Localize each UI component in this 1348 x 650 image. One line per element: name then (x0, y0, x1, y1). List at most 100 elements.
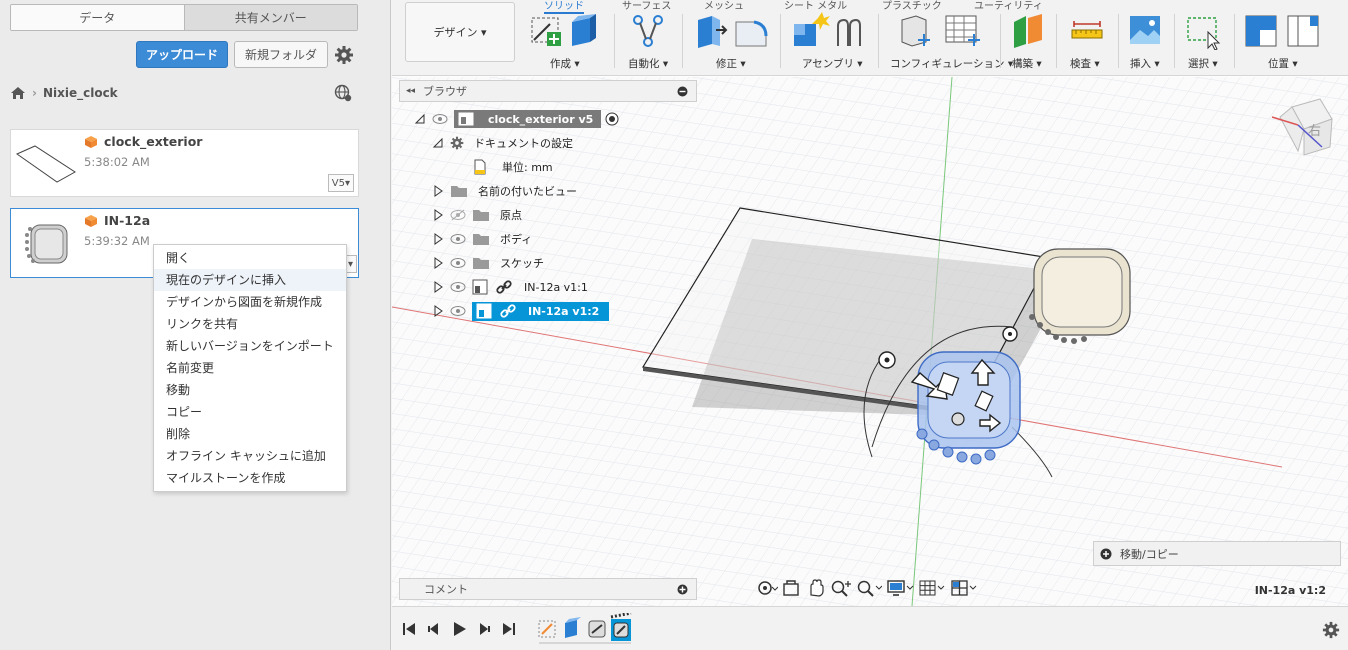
tree-row-doc-settings[interactable]: ドキュメントの設定 (432, 133, 573, 153)
look-at-icon[interactable] (782, 579, 802, 597)
timeline (392, 606, 1348, 650)
group-construct[interactable]: 構築 ▾ (1010, 12, 1046, 70)
menu-item-move[interactable]: 移動 (154, 379, 346, 401)
selected-component-highlight[interactable]: IN-12a v1:2 (472, 301, 610, 321)
timeline-sketch-feature[interactable] (538, 620, 556, 638)
tree-row-component-2[interactable]: IN-12a v1:2 (432, 301, 610, 321)
group-modify[interactable]: 修正 ▾ (694, 12, 770, 70)
upload-button[interactable]: アップロード (136, 41, 228, 68)
expand-triangle-icon[interactable] (432, 281, 444, 293)
create-sketch-icon (531, 14, 596, 46)
tab-surface[interactable]: サーフェス (622, 0, 671, 12)
timeline-settings-gear-icon[interactable] (1322, 621, 1340, 639)
menu-item-rename[interactable]: 名前変更 (154, 357, 346, 379)
activate-radio-icon[interactable] (605, 112, 619, 126)
breadcrumb-project[interactable]: Nixie_clock (43, 86, 118, 100)
visibility-eye-icon[interactable] (450, 305, 466, 317)
file-card-clock-exterior[interactable]: clock_exterior 5:38:02 AM V5▾ (10, 129, 359, 197)
play-icon[interactable] (454, 622, 466, 636)
expand-triangle-icon[interactable] (432, 305, 444, 317)
minimize-icon[interactable] (677, 86, 688, 97)
comments-label: コメント (424, 583, 468, 596)
tab-plastic[interactable]: プラスチック (882, 0, 942, 12)
move-copy-panel[interactable]: 移動/コピー (1093, 541, 1341, 566)
comments-panel[interactable]: コメント (399, 578, 697, 600)
collapse-triangle-icon[interactable] (432, 137, 444, 149)
tree-row-root[interactable]: clock_exterior v5 (414, 109, 619, 129)
menu-item-delete[interactable]: 削除 (154, 423, 346, 445)
browser-panel-header[interactable]: ◂◂ ブラウザ (399, 80, 697, 102)
tree-row-sketches[interactable]: スケッチ (432, 253, 544, 273)
group-create[interactable]: 作成 ▾ (528, 12, 598, 70)
expand-plus-icon[interactable] (1100, 548, 1112, 560)
menu-item-copy[interactable]: コピー (154, 401, 346, 423)
tree-row-named-views[interactable]: 名前の付いたビュー (432, 181, 577, 201)
expand-triangle-icon[interactable] (432, 233, 444, 245)
pan-hand-icon[interactable] (806, 579, 826, 597)
file-name: clock_exterior (104, 134, 203, 149)
tree-label: ドキュメントの設定 (474, 137, 573, 150)
timeline-extrude-feature[interactable] (565, 617, 581, 638)
tree-row-component-1[interactable]: IN-12a v1:1 (432, 277, 588, 297)
go-to-start-icon[interactable] (403, 623, 415, 635)
visibility-eye-icon[interactable] (432, 113, 448, 125)
tab-utility[interactable]: ユーティリティ (974, 0, 1043, 12)
group-position[interactable]: 位置 ▾ (1244, 12, 1324, 70)
display-settings-icon[interactable] (886, 579, 914, 597)
grid-settings-icon[interactable] (918, 579, 946, 597)
timeline-current-feature[interactable] (610, 613, 632, 641)
orbit-icon[interactable] (756, 579, 778, 597)
tab-sheet-metal[interactable]: シート メタル (784, 0, 847, 12)
inspect-measure-icon (1071, 21, 1103, 39)
workspace-switcher[interactable]: デザイン ▾ (405, 2, 515, 62)
viewports-icon[interactable] (950, 579, 978, 597)
collapse-triangle-icon[interactable] (414, 113, 426, 125)
in12a-tube-1[interactable] (1029, 248, 1131, 344)
folder-icon (473, 210, 489, 221)
menu-item-share-link[interactable]: リンクを共有 (154, 313, 346, 335)
fit-zoom-icon[interactable] (856, 579, 882, 597)
group-select-label: 選択 ▾ (1188, 58, 1218, 70)
menu-item-open[interactable]: 開く (154, 247, 346, 269)
visibility-eye-icon[interactable] (450, 281, 466, 293)
step-back-icon[interactable] (428, 623, 438, 635)
group-inspect[interactable]: 検査 ▾ (1070, 12, 1106, 70)
menu-item-milestone[interactable]: マイルストーンを作成 (154, 467, 346, 489)
expand-triangle-icon[interactable] (432, 257, 444, 269)
hidden-eye-icon[interactable] (450, 209, 466, 221)
globe-icon[interactable] (334, 84, 352, 102)
version-dropdown[interactable]: V5▾ (327, 174, 354, 192)
new-folder-button[interactable]: 新規フォルダ (234, 41, 328, 68)
tab-members[interactable]: 共有メンバー (183, 5, 357, 30)
group-configuration[interactable]: コンフィギュレーション ▾ (890, 12, 1013, 70)
collapse-browser-icon[interactable]: ◂◂ (406, 86, 415, 96)
group-select[interactable]: 選択 ▾ (1186, 12, 1222, 70)
menu-item-import-new-version[interactable]: 新しいバージョンをインポート (154, 335, 346, 357)
expand-triangle-icon[interactable] (432, 209, 444, 221)
tree-row-origin[interactable]: 原点 (432, 205, 522, 225)
timeline-component-feature[interactable] (588, 620, 606, 638)
visibility-eye-icon[interactable] (450, 233, 466, 245)
visibility-eye-icon[interactable] (450, 257, 466, 269)
go-to-end-icon[interactable] (503, 623, 515, 635)
menu-item-new-drawing[interactable]: デザインから図面を新規作成 (154, 291, 346, 313)
tab-mesh[interactable]: メッシュ (704, 0, 744, 12)
file-thumbnail (15, 145, 76, 183)
group-assemble[interactable]: アセンブリ ▾ (790, 12, 866, 70)
menu-item-offline-cache[interactable]: オフライン キャッシュに追加 (154, 445, 346, 467)
tree-row-units[interactable]: 単位: mm (472, 157, 553, 177)
home-icon[interactable] (10, 86, 26, 100)
gear-icon[interactable] (334, 45, 354, 65)
root-component-label[interactable]: clock_exterior v5 (454, 110, 602, 128)
group-automate[interactable]: 自動化 ▾ (628, 12, 668, 70)
tree-label: 単位: mm (502, 161, 553, 174)
zoom-icon[interactable] (830, 579, 852, 597)
group-insert[interactable]: 挿入 ▾ (1128, 12, 1162, 70)
add-comment-icon[interactable] (677, 584, 688, 595)
tree-row-bodies[interactable]: ボディ (432, 229, 532, 249)
menu-item-insert-into-design[interactable]: 現在のデザインに挿入 (154, 269, 346, 291)
step-forward-icon[interactable] (480, 623, 490, 635)
tab-data[interactable]: データ (11, 5, 184, 30)
expand-triangle-icon[interactable] (432, 185, 444, 197)
settings-gear-icon (450, 136, 464, 150)
